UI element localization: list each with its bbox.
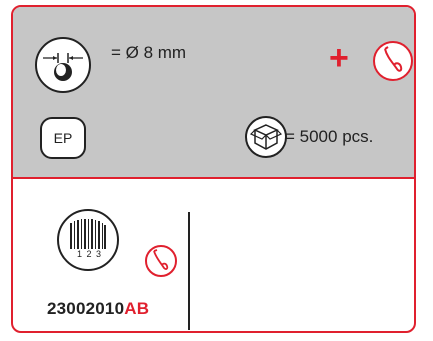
quantity-label: = 5000 pcs. xyxy=(285,127,374,146)
article-number-main: 23002010 xyxy=(47,299,125,318)
product-label-card: = Ø 8 mm + EP = 5000 pcs. 1 2 3 23002010… xyxy=(11,5,416,333)
needle-icon xyxy=(373,41,413,81)
diameter-label: = Ø 8 mm xyxy=(111,43,187,62)
tool-diameter-icon xyxy=(35,37,91,93)
barcode-digits: 1 2 3 xyxy=(77,249,103,259)
article-number: 23002010AB xyxy=(47,299,149,319)
box-icon xyxy=(245,116,287,158)
plus-symbol: + xyxy=(329,39,349,77)
ep-badge: EP xyxy=(40,117,86,159)
top-info-panel: = Ø 8 mm + EP = 5000 pcs. xyxy=(13,7,414,179)
needle-icon-small xyxy=(145,245,177,277)
barcode-icon: 1 2 3 xyxy=(57,209,119,271)
article-number-suffix: AB xyxy=(124,299,150,318)
vertical-divider xyxy=(188,212,190,330)
